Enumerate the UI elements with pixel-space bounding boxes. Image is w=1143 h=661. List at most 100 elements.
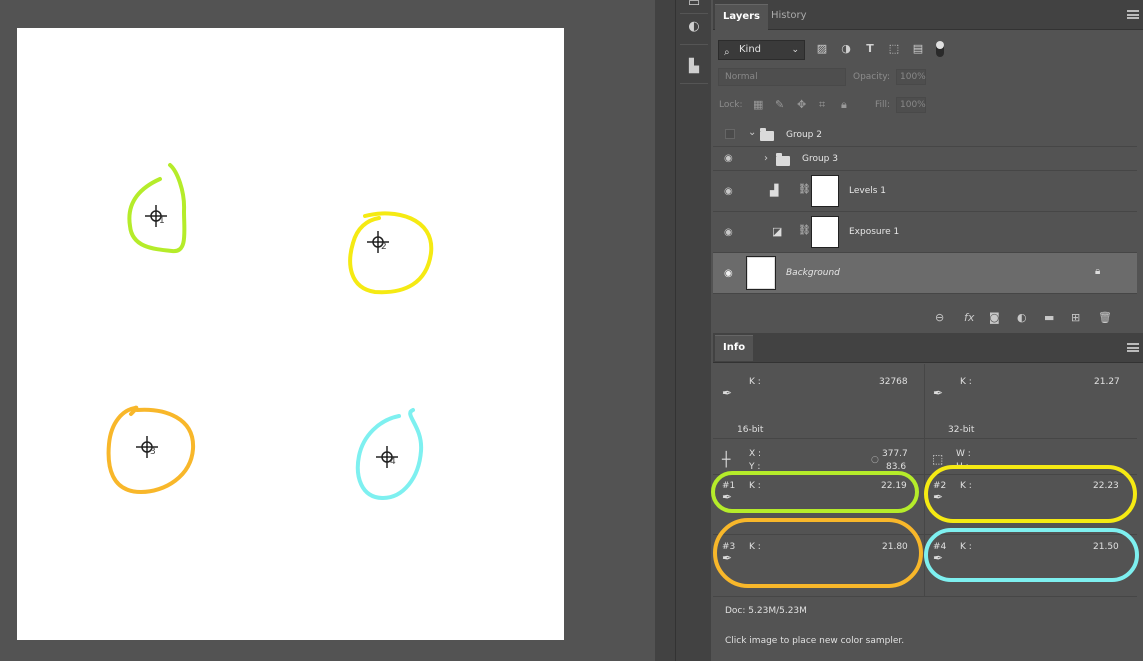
eye-icon[interactable]: ◉ <box>724 228 736 238</box>
w-label: W : <box>956 449 971 459</box>
fill-value: 100% <box>900 100 926 110</box>
color-sampler-2[interactable]: 2 <box>367 231 389 253</box>
sampler-number: 2 <box>381 242 387 252</box>
tab-info[interactable]: Info <box>715 335 754 361</box>
x-value: 377.7 <box>882 449 908 459</box>
eye-icon[interactable]: ◉ <box>724 269 736 279</box>
sampler-number: 3 <box>150 447 156 457</box>
link-icon[interactable]: ⛓︎ <box>798 184 811 195</box>
divider <box>680 44 708 45</box>
new-layer-icon[interactable]: ⊞ <box>1071 311 1080 324</box>
secondary-bit-depth: 32-bit <box>948 425 975 435</box>
layer-row[interactable]: ⌄ Group 2 <box>713 122 1137 147</box>
smart-object-filter-icon[interactable]: ▤ <box>911 42 925 56</box>
pixel-filter-icon[interactable]: ▨ <box>815 42 829 56</box>
filter-toggle[interactable] <box>936 41 944 57</box>
layers-footer: ⊖ fx ◙ ◐ ▬ ⊞ 🗑︎ <box>713 306 1143 332</box>
opacity-label: Opacity: <box>853 72 890 82</box>
divider <box>713 438 1137 439</box>
channels-icon[interactable]: ▙ <box>684 56 704 76</box>
sample-2-highlight <box>924 465 1137 523</box>
divider <box>713 596 1137 597</box>
layer-row[interactable]: ◉ › Group 3 <box>713 147 1137 171</box>
panel-icon-strip: ▭ ◐ ▙ <box>675 0 711 661</box>
new-group-icon[interactable]: ▬ <box>1044 311 1054 324</box>
lock-position-icon[interactable]: ✥ <box>797 98 806 111</box>
layer-name: Levels 1 <box>849 186 887 196</box>
layer-row-selected[interactable]: ◉ Background 🔒︎ <box>713 253 1137 294</box>
eye-icon[interactable]: ◉ <box>724 154 736 164</box>
eye-icon[interactable]: ◉ <box>724 187 736 197</box>
kind-filter-label: Kind <box>739 44 762 55</box>
lock-icon: 🔒︎ <box>1095 266 1101 277</box>
color-sampler-1[interactable]: 1 <box>145 205 167 227</box>
dock-gap <box>655 0 675 661</box>
visibility-toggle-off[interactable] <box>725 129 735 139</box>
new-adjustment-icon[interactable]: ◐ <box>1017 311 1027 324</box>
layer-name: Group 2 <box>786 130 822 140</box>
primary-k-value: 32768 <box>879 377 908 387</box>
type-filter-icon[interactable]: T <box>863 42 877 56</box>
panel-menu-icon[interactable] <box>1127 10 1139 19</box>
layers-list: ⌄ Group 2 ◉ › Group 3 ◉ ▟ ⛓︎ Levels 1 ◉ … <box>713 120 1143 295</box>
levels-icon: ▟ <box>770 184 779 197</box>
crosshair-icon: ┼ <box>722 452 731 468</box>
chevron-down-icon: ⌄ <box>791 45 799 55</box>
layer-name: Group 3 <box>802 154 838 164</box>
link-icon[interactable]: ⛓︎ <box>798 225 811 236</box>
layer-row[interactable]: ◉ ▟ ⛓︎ Levels 1 <box>713 171 1137 212</box>
layers-tab-bar: Layers History <box>713 0 1143 30</box>
tab-history[interactable]: History <box>763 4 815 30</box>
sampler-2-annotation-ring <box>348 211 434 295</box>
layer-row[interactable]: ◉ ◪ ⛓︎ Exposure 1 <box>713 212 1137 253</box>
eyedropper-icon[interactable]: ✒︎ <box>722 386 732 400</box>
document-canvas[interactable]: 1 2 3 4 <box>17 28 564 640</box>
chevron-down-icon[interactable]: ⌄ <box>748 127 756 138</box>
secondary-k-label: K : <box>960 377 972 387</box>
secondary-k-value: 21.27 <box>1094 377 1120 387</box>
angle-icon: ○ <box>871 455 879 465</box>
tab-layers[interactable]: Layers <box>715 4 768 30</box>
trash-icon[interactable]: 🗑︎ <box>1098 311 1112 324</box>
lock-paint-icon[interactable]: ✎ <box>775 98 784 111</box>
canvas-area: 1 2 3 4 <box>0 0 655 661</box>
right-panels: Layers History ⌕ Kind ⌄ ▨ ◑ T ⬚ ▤ Normal… <box>711 0 1143 661</box>
search-icon: ⌕ <box>724 47 730 58</box>
primary-k-label: K : <box>749 377 761 387</box>
fx-icon[interactable]: fx <box>964 311 974 324</box>
fill-field[interactable]: 100% <box>896 97 926 113</box>
panel-menu-icon[interactable] <box>1127 343 1139 352</box>
lock-artboard-icon[interactable]: ⌗ <box>819 98 825 112</box>
folder-icon <box>776 153 790 166</box>
layer-kind-filter[interactable]: ⌕ Kind ⌄ <box>718 40 805 60</box>
add-mask-icon[interactable]: ◙ <box>989 311 1000 324</box>
fill-label: Fill: <box>875 100 891 110</box>
layer-mask-thumbnail[interactable] <box>811 175 839 207</box>
adjustments-icon[interactable]: ◐ <box>684 16 704 36</box>
eyedropper-icon[interactable]: ✒︎ <box>933 386 943 400</box>
selection-size-icon: ⬚ <box>932 452 944 466</box>
layer-mask-thumbnail[interactable] <box>811 216 839 248</box>
color-sampler-3[interactable]: 3 <box>136 436 158 458</box>
link-layers-icon[interactable]: ⊖ <box>935 311 944 324</box>
adjustment-filter-icon[interactable]: ◑ <box>839 42 853 56</box>
sample-1-highlight <box>711 471 919 513</box>
info-tab-bar: Info <box>713 333 1143 363</box>
shape-filter-icon[interactable]: ⬚ <box>887 42 901 56</box>
lock-all-icon[interactable]: 🔒︎ <box>841 98 847 112</box>
properties-icon[interactable]: ▭ <box>684 0 704 12</box>
blend-mode-value: Normal <box>725 72 758 82</box>
folder-icon <box>760 128 774 141</box>
x-label: X : <box>749 449 762 459</box>
lock-transparent-icon[interactable]: ▦ <box>753 98 763 111</box>
info-hint: Click image to place new color sampler. <box>725 636 905 646</box>
sample-3-highlight <box>713 518 923 588</box>
chevron-right-icon[interactable]: › <box>764 153 768 164</box>
blend-mode-select[interactable]: Normal <box>718 68 846 86</box>
color-sampler-4[interactable]: 4 <box>376 446 398 468</box>
primary-bit-depth: 16-bit <box>737 425 764 435</box>
layer-thumbnail[interactable] <box>746 256 776 290</box>
opacity-field[interactable]: 100% <box>896 69 926 85</box>
divider <box>680 13 708 14</box>
layer-name: Exposure 1 <box>849 227 900 237</box>
